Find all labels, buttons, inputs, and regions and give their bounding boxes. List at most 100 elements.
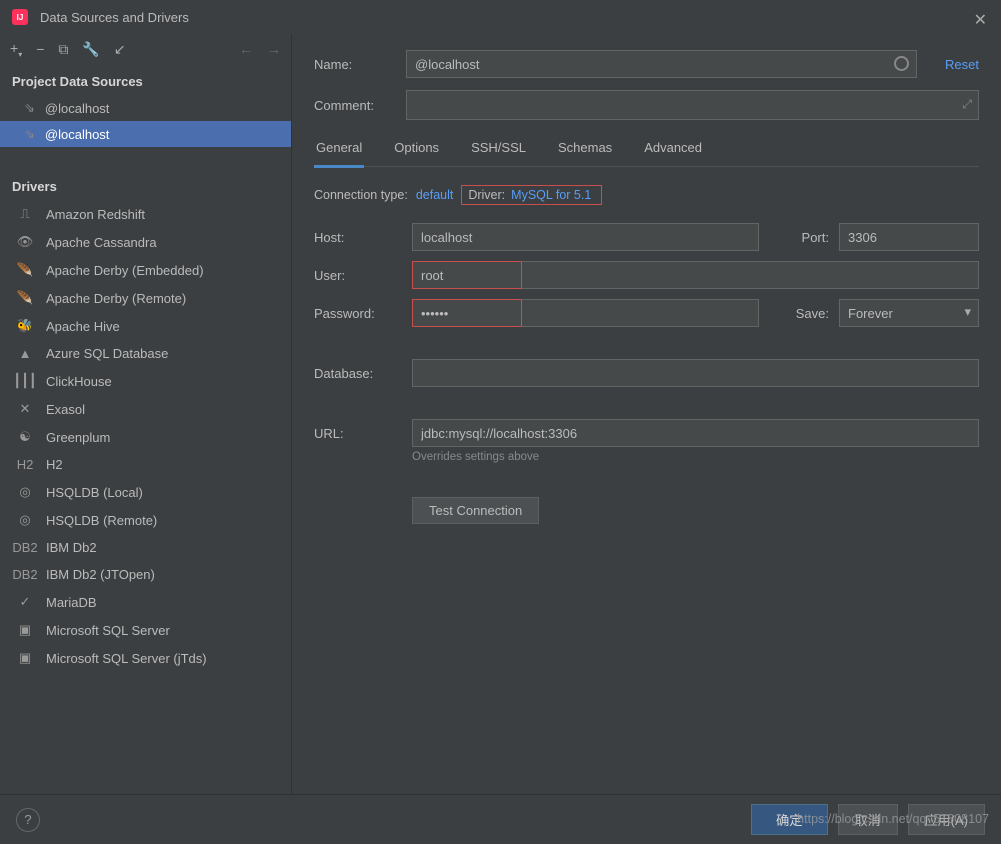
driver-label: Microsoft SQL Server	[46, 623, 170, 638]
driver-label: Microsoft SQL Server (jTds)	[46, 651, 207, 666]
titlebar: IJ Data Sources and Drivers ✕	[0, 0, 1001, 34]
data-source-label: @localhost	[45, 101, 110, 116]
sidebar-toolbar: +▾ − ⧉ 🔧 ↙ ← →	[0, 34, 291, 64]
driver-icon: DB2	[16, 540, 34, 555]
driver-item[interactable]: DB2 IBM Db2	[0, 534, 291, 561]
content-panel: Name: Reset Comment: ⤢ General Options S…	[292, 34, 1001, 794]
driver-item[interactable]: ┃┃┃ClickHouse	[0, 367, 291, 395]
forward-icon[interactable]: →	[267, 41, 281, 57]
driver-label: Apache Cassandra	[46, 235, 157, 250]
driver-label: HSQLDB (Local)	[46, 485, 143, 500]
driver-icon: 🪶	[16, 290, 34, 306]
connection-type-label: Connection type:	[314, 188, 408, 202]
driver-item[interactable]: 🪶 Apache Derby (Embedded)	[0, 256, 291, 284]
user-input[interactable]	[412, 261, 522, 289]
driver-icon: ◎	[16, 484, 34, 500]
url-label: URL:	[314, 426, 402, 441]
driver-icon: 🪶	[16, 262, 34, 278]
driver-icon: ▲	[16, 346, 34, 361]
data-source-label: @localhost	[45, 127, 110, 142]
driver-label: ClickHouse	[46, 374, 112, 389]
database-icon: ⇘	[24, 126, 35, 142]
cancel-button[interactable]: 取消	[838, 804, 898, 835]
save-select[interactable]: Forever	[839, 299, 979, 327]
driver-item[interactable]: ☯Greenplum	[0, 423, 291, 451]
password-input[interactable]	[412, 299, 522, 327]
tab-options[interactable]: Options	[392, 132, 441, 166]
loader-icon	[894, 56, 909, 71]
driver-item[interactable]: ◎ HSQLDB (Local)	[0, 478, 291, 506]
driver-icon: ☯	[16, 429, 34, 445]
url-hint: Overrides settings above	[412, 451, 979, 463]
password-label: Password:	[314, 306, 402, 321]
tabs: General Options SSH/SSL Schemas Advanced	[314, 132, 979, 167]
sidebar: +▾ − ⧉ 🔧 ↙ ← → Project Data Sources ⇘ @l…	[0, 34, 292, 794]
driver-icon: H2	[16, 457, 34, 472]
driver-item[interactable]: ▣Microsoft SQL Server	[0, 616, 291, 644]
driver-label: Azure SQL Database	[46, 346, 168, 361]
data-source-item[interactable]: ⇘ @localhost	[0, 95, 291, 121]
driver-item[interactable]: ▲ Azure SQL Database	[0, 340, 291, 367]
driver-item[interactable]: ⎍Amazon Redshift	[0, 200, 291, 228]
name-input[interactable]	[406, 50, 917, 78]
ok-button[interactable]: 确定	[751, 804, 828, 835]
copy-icon[interactable]: ⧉	[58, 41, 68, 58]
driver-label: IBM Db2 (JTOpen)	[46, 567, 155, 582]
footer: ? 确定 取消 应用(A)	[0, 794, 1001, 844]
expand-icon[interactable]: ⤢	[962, 97, 972, 112]
tab-schemas[interactable]: Schemas	[556, 132, 614, 166]
back-icon[interactable]: ←	[239, 41, 253, 57]
save-label: Save:	[769, 306, 829, 321]
driver-icon: DB2	[16, 567, 34, 582]
driver-item[interactable]: ▣ Microsoft SQL Server (jTds)	[0, 644, 291, 672]
host-input[interactable]	[412, 223, 759, 251]
password-input-ext[interactable]	[522, 299, 759, 327]
app-icon: IJ	[12, 9, 28, 25]
remove-icon[interactable]: −	[36, 41, 44, 57]
driver-item[interactable]: ◎HSQLDB (Remote)	[0, 506, 291, 534]
driver-item[interactable]: ✕Exasol	[0, 395, 291, 423]
drivers-header: Drivers	[0, 169, 291, 200]
comment-label: Comment:	[314, 98, 396, 113]
close-icon[interactable]: ✕	[974, 10, 987, 30]
driver-label: IBM Db2	[46, 540, 97, 555]
name-label: Name:	[314, 57, 396, 72]
wrench-icon[interactable]: 🔧	[82, 41, 99, 58]
test-connection-button[interactable]: Test Connection	[412, 497, 539, 524]
driver-icon: ▣	[16, 650, 34, 666]
driver-label: Driver:	[468, 188, 505, 202]
driver-item[interactable]: H2H2	[0, 451, 291, 478]
database-input[interactable]	[412, 359, 979, 387]
driver-label: Apache Derby (Remote)	[46, 291, 186, 306]
driver-label: Exasol	[46, 402, 85, 417]
window-title: Data Sources and Drivers	[40, 10, 189, 25]
revert-icon[interactable]: ↙	[114, 41, 126, 58]
driver-label: Apache Derby (Embedded)	[46, 263, 204, 278]
tab-advanced[interactable]: Advanced	[642, 132, 704, 166]
data-source-item[interactable]: ⇘ @localhost	[0, 121, 291, 147]
driver-label: HSQLDB (Remote)	[46, 513, 157, 528]
driver-item[interactable]: ✓MariaDB	[0, 588, 291, 616]
driver-link[interactable]: MySQL for 5.1	[511, 188, 591, 202]
add-icon[interactable]: +▾	[10, 40, 22, 59]
driver-label: Apache Hive	[46, 319, 120, 334]
reset-link[interactable]: Reset	[945, 57, 979, 72]
host-label: Host:	[314, 230, 402, 245]
driver-item[interactable]: 🐝Apache Hive	[0, 312, 291, 340]
port-input[interactable]	[839, 223, 979, 251]
port-label: Port:	[769, 230, 829, 245]
url-input[interactable]	[412, 419, 979, 447]
driver-item[interactable]: DB2 IBM Db2 (JTOpen)	[0, 561, 291, 588]
driver-item[interactable]: 🪶 Apache Derby (Remote)	[0, 284, 291, 312]
connection-type-value[interactable]: default	[416, 188, 454, 202]
tab-general[interactable]: General	[314, 132, 364, 168]
project-sources-header: Project Data Sources	[0, 64, 291, 95]
driver-icon: 👁	[16, 234, 34, 250]
comment-input[interactable]: ⤢	[406, 90, 979, 120]
user-input-ext[interactable]	[522, 261, 979, 289]
tab-ssh-ssl[interactable]: SSH/SSL	[469, 132, 528, 166]
help-icon[interactable]: ?	[16, 808, 40, 832]
database-icon: ⇘	[24, 100, 35, 116]
apply-button[interactable]: 应用(A)	[908, 804, 985, 835]
driver-item[interactable]: 👁 Apache Cassandra	[0, 228, 291, 256]
